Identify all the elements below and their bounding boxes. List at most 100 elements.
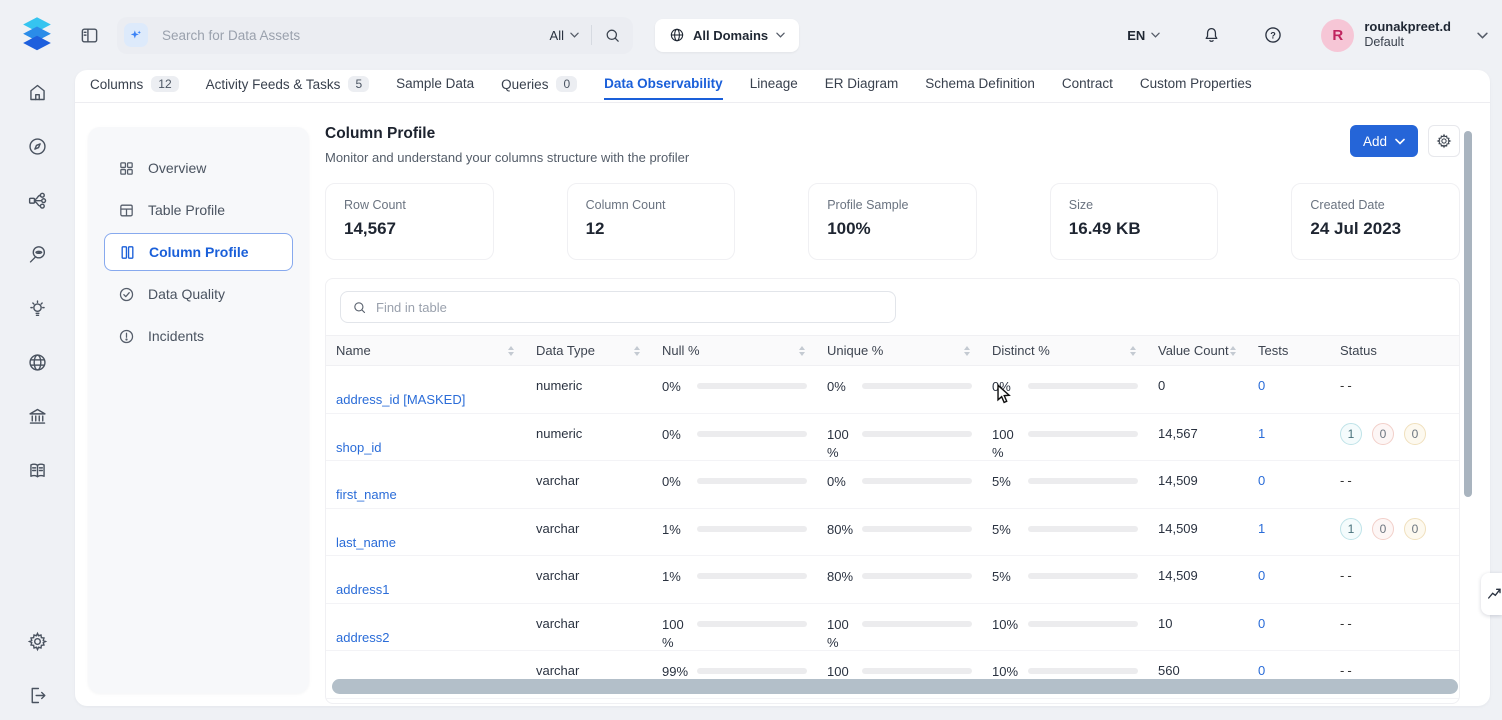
tests-link[interactable]: 0 <box>1258 663 1265 678</box>
null-progress-bar <box>697 668 807 674</box>
add-button[interactable]: Add <box>1350 125 1418 157</box>
tests-link[interactable]: 0 <box>1258 568 1265 583</box>
column-name-link[interactable]: address2 <box>336 630 389 645</box>
aborted-count-badge[interactable]: 0 <box>1404 518 1426 540</box>
sidebar-item-table-profile[interactable]: Table Profile <box>104 191 293 229</box>
tests-link[interactable]: 1 <box>1258 426 1265 441</box>
tests-link[interactable]: 0 <box>1258 473 1265 488</box>
test-status-badges: 100 <box>1340 521 1449 540</box>
tab-sample-data[interactable]: Sample Data <box>396 76 474 100</box>
column-name-link[interactable]: last_name <box>336 535 396 550</box>
find-in-table-box[interactable] <box>340 291 896 323</box>
sort-icon[interactable] <box>799 346 805 356</box>
topbar-right-cluster: EN ? R rounakpreet.d Default <box>1127 0 1488 70</box>
status-empty: -- <box>1340 568 1355 583</box>
sort-icon[interactable] <box>964 346 970 356</box>
column-name-link[interactable]: first_name <box>336 487 397 502</box>
find-in-table-input[interactable] <box>376 300 884 315</box>
tab-queries[interactable]: Queries0 <box>501 76 577 101</box>
tests-link[interactable]: 0 <box>1258 616 1265 631</box>
unique-pct: 100 % <box>827 426 854 462</box>
distinct-pct: 5% <box>992 568 1020 586</box>
tab-count-badge: 12 <box>151 76 178 92</box>
user-avatar[interactable]: R <box>1321 19 1354 52</box>
search-icon[interactable] <box>604 27 621 44</box>
tests-link[interactable]: 0 <box>1258 378 1265 393</box>
sidebar-item-column-profile[interactable]: Column Profile <box>104 233 293 271</box>
table-row: address1 varchar 1% 80% 5% 14,509 0 -- <box>326 556 1459 604</box>
gear-icon <box>1436 133 1452 149</box>
sidebar-item-data-quality[interactable]: Data Quality <box>104 275 293 313</box>
sidebar-item-overview[interactable]: Overview <box>104 149 293 187</box>
horizontal-scrollbar[interactable] <box>332 679 1458 694</box>
tab-data-observability[interactable]: Data Observability <box>604 76 723 100</box>
stat-label: Column Count <box>586 198 717 212</box>
stat-value: 100% <box>827 219 958 239</box>
domains-dropdown[interactable]: All Domains <box>655 19 799 52</box>
failed-count-badge[interactable]: 0 <box>1372 423 1394 445</box>
language-dropdown[interactable]: EN <box>1127 28 1160 43</box>
aborted-count-badge[interactable]: 0 <box>1404 423 1426 445</box>
null-pct: 1% <box>662 568 689 586</box>
lineage-flow-icon[interactable] <box>27 190 48 211</box>
sort-icon[interactable] <box>1230 346 1236 356</box>
sidebar-toggle-icon[interactable] <box>80 26 99 45</box>
search-input[interactable] <box>162 28 550 43</box>
column-name-link[interactable]: address1 <box>336 582 389 597</box>
success-count-badge[interactable]: 1 <box>1340 518 1362 540</box>
tab-custom-properties[interactable]: Custom Properties <box>1140 76 1252 100</box>
column-name-link[interactable]: shop_id <box>336 440 382 455</box>
sort-icon[interactable] <box>634 346 640 356</box>
sort-icon[interactable] <box>1130 346 1136 356</box>
notifications-bell-icon[interactable] <box>1202 25 1221 45</box>
tab-er-diagram[interactable]: ER Diagram <box>825 76 899 100</box>
distinct-progress-bar <box>1028 668 1138 674</box>
column-name-link[interactable]: address_id [MASKED] <box>336 392 465 407</box>
value-count: 14,509 <box>1148 556 1248 583</box>
tab-label: Queries <box>501 77 548 92</box>
sidebar-item-incidents[interactable]: Incidents <box>104 317 293 355</box>
tab-label: Schema Definition <box>925 76 1035 91</box>
settings-gear-icon[interactable] <box>27 631 48 652</box>
explore-compass-icon[interactable] <box>27 136 48 157</box>
tab-lineage[interactable]: Lineage <box>750 76 798 100</box>
data-type: varchar <box>526 604 652 631</box>
governance-bank-icon[interactable] <box>27 406 48 427</box>
success-count-badge[interactable]: 1 <box>1340 423 1362 445</box>
stat-label: Created Date <box>1310 198 1441 212</box>
tab-contract[interactable]: Contract <box>1062 76 1113 100</box>
glossary-book-icon[interactable] <box>27 460 48 481</box>
chevron-down-icon[interactable] <box>1477 32 1488 39</box>
tests-link[interactable]: 1 <box>1258 521 1265 536</box>
profiler-settings-button[interactable] <box>1428 125 1460 157</box>
tab-activity-feeds[interactable]: Activity Feeds & Tasks5 <box>206 76 369 101</box>
ai-sparkle-icon[interactable] <box>124 23 148 47</box>
profiler-sidebar: Overview Table Profile Column Profile Da… <box>88 127 309 693</box>
stat-label: Profile Sample <box>827 198 958 212</box>
page-subtitle: Monitor and understand your columns stru… <box>325 150 689 165</box>
domains-globe-icon[interactable] <box>27 352 48 373</box>
stat-card-size: Size16.49 KB <box>1050 183 1219 260</box>
help-icon[interactable]: ? <box>1263 25 1283 45</box>
tab-schema-definition[interactable]: Schema Definition <box>925 76 1035 100</box>
sidebar-item-label: Incidents <box>148 328 204 344</box>
logout-icon[interactable] <box>27 685 48 706</box>
home-icon[interactable] <box>27 82 48 103</box>
failed-count-badge[interactable]: 0 <box>1372 518 1394 540</box>
stat-value: 24 Jul 2023 <box>1310 219 1441 239</box>
distinct-pct: 10% <box>992 616 1020 634</box>
search-scope-dropdown[interactable]: All <box>550 28 579 43</box>
col-header-status: Status <box>1340 343 1377 358</box>
status-empty: -- <box>1340 616 1355 631</box>
expand-side-panel-handle[interactable] <box>1481 573 1502 615</box>
vertical-scrollbar[interactable] <box>1464 131 1472 497</box>
observability-search-icon[interactable] <box>27 244 48 265</box>
insights-lightbulb-icon[interactable] <box>27 298 48 319</box>
tab-columns[interactable]: Columns12 <box>90 76 179 101</box>
user-menu[interactable]: rounakpreet.d Default <box>1364 19 1451 51</box>
openmetadata-logo[interactable] <box>18 15 56 55</box>
distinct-pct: 5% <box>992 521 1020 539</box>
sort-icon[interactable] <box>508 346 514 356</box>
global-search-bar[interactable]: All <box>117 17 633 54</box>
search-scope-label: All <box>550 28 564 43</box>
